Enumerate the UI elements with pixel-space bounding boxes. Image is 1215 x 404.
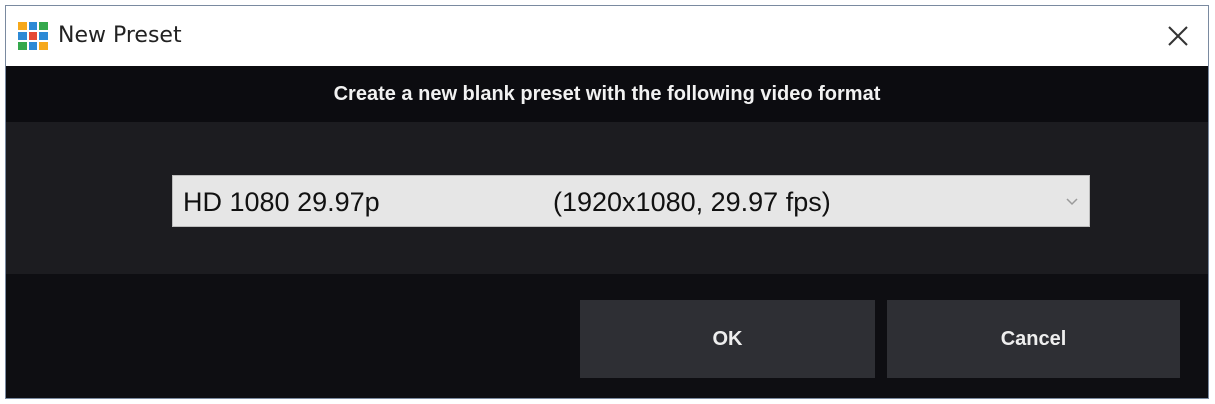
- grid-app-icon: [18, 22, 48, 50]
- dialog-content: HD 1080 29.97p (1920x1080, 29.97 fps): [6, 122, 1208, 274]
- dialog-footer: OK Cancel: [6, 274, 1208, 398]
- selected-format-name: HD 1080 29.97p: [183, 187, 380, 217]
- close-button[interactable]: [1148, 6, 1208, 66]
- cancel-button[interactable]: Cancel: [887, 300, 1180, 378]
- dialog-heading: Create a new blank preset with the follo…: [333, 82, 881, 105]
- window-title: New Preset: [58, 23, 182, 48]
- close-icon: [1168, 26, 1188, 46]
- video-format-select[interactable]: HD 1080 29.97p (1920x1080, 29.97 fps): [172, 175, 1090, 227]
- ok-button[interactable]: OK: [580, 300, 875, 378]
- selected-format-spec: (1920x1080, 29.97 fps): [553, 187, 831, 217]
- chevron-down-icon: [1066, 198, 1078, 206]
- new-preset-dialog: New Preset Create a new blank preset wit…: [5, 5, 1209, 399]
- title-bar: New Preset: [6, 6, 1208, 66]
- dialog-header: Create a new blank preset with the follo…: [6, 66, 1208, 122]
